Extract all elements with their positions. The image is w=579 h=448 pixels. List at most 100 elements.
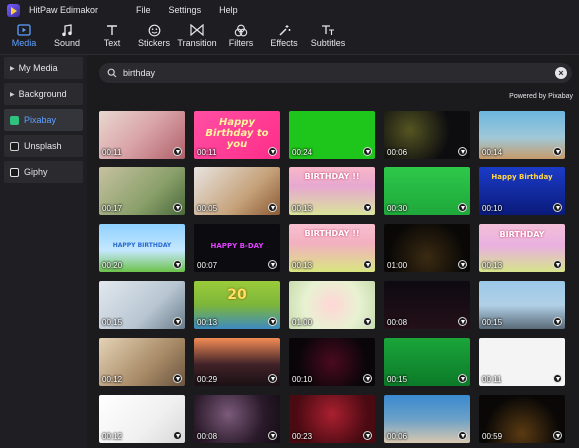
download-icon[interactable] bbox=[458, 203, 467, 212]
video-thumbnail[interactable]: HAPPY B-DAY 00:07 bbox=[194, 224, 280, 272]
download-icon[interactable] bbox=[363, 260, 372, 269]
download-icon[interactable] bbox=[363, 374, 372, 383]
tab-sound[interactable]: Sound bbox=[51, 22, 83, 52]
giphy-icon bbox=[10, 167, 19, 177]
sidebar-item-unsplash[interactable]: Unsplash bbox=[4, 135, 83, 157]
download-icon[interactable] bbox=[553, 317, 562, 326]
video-thumbnail[interactable]: 00:17 bbox=[99, 167, 185, 215]
video-thumbnail[interactable]: Happy Birthday to you 00:11 bbox=[194, 111, 280, 159]
menu-help[interactable]: Help bbox=[219, 5, 238, 15]
video-thumbnail[interactable]: BIRTHDAY !! 00:13 bbox=[289, 167, 375, 215]
download-icon[interactable] bbox=[553, 147, 562, 156]
tab-text[interactable]: Text bbox=[100, 22, 124, 52]
duration-label: 00:23 bbox=[292, 432, 313, 441]
download-icon[interactable] bbox=[173, 374, 182, 383]
tab-effects[interactable]: Effects bbox=[270, 22, 298, 52]
download-icon[interactable] bbox=[458, 260, 467, 269]
menu-file[interactable]: File bbox=[136, 5, 151, 15]
video-thumbnail[interactable]: 00:08 bbox=[384, 281, 470, 329]
tab-subtitles-label: Subtitles bbox=[310, 38, 346, 48]
tab-media[interactable]: Media bbox=[9, 22, 39, 52]
download-icon[interactable] bbox=[268, 431, 277, 440]
sidebar-item-my-media[interactable]: ▶ My Media bbox=[4, 57, 83, 79]
download-icon[interactable] bbox=[173, 431, 182, 440]
duration-label: 00:17 bbox=[102, 204, 123, 213]
video-thumbnail[interactable]: BIRTHDAY 00:13 bbox=[479, 224, 565, 272]
tab-transition[interactable]: Transition bbox=[177, 22, 217, 52]
unsplash-icon bbox=[10, 141, 19, 151]
duration-label: 00:06 bbox=[387, 148, 408, 157]
tab-filters[interactable]: Filters bbox=[228, 22, 254, 52]
sidebar-item-label: My Media bbox=[18, 63, 58, 73]
download-icon[interactable] bbox=[173, 317, 182, 326]
tab-subtitles[interactable]: Subtitles bbox=[310, 22, 346, 52]
video-thumbnail[interactable]: 20 00:13 bbox=[194, 281, 280, 329]
video-thumbnail[interactable]: 00:10 bbox=[289, 338, 375, 386]
thumbnail-caption: 20 bbox=[227, 287, 247, 303]
menu-bar: File Settings Help bbox=[136, 5, 256, 15]
thumbnail-caption: BIRTHDAY !! bbox=[304, 172, 360, 181]
download-icon[interactable] bbox=[268, 203, 277, 212]
video-thumbnail[interactable]: 01:00 bbox=[289, 281, 375, 329]
search-input[interactable] bbox=[121, 67, 545, 79]
thumbnail-caption: HAPPY BIRTHDAY bbox=[112, 242, 172, 249]
video-thumbnail[interactable]: 00:11 bbox=[479, 338, 565, 386]
download-icon[interactable] bbox=[173, 147, 182, 156]
clear-search-icon[interactable]: × bbox=[555, 67, 567, 79]
video-thumbnail[interactable]: 01:00 bbox=[384, 224, 470, 272]
download-icon[interactable] bbox=[458, 431, 467, 440]
video-thumbnail[interactable]: 00:08 bbox=[194, 395, 280, 443]
menu-settings[interactable]: Settings bbox=[169, 5, 202, 15]
download-icon[interactable] bbox=[268, 317, 277, 326]
app-title: HitPaw Edimakor bbox=[29, 5, 99, 15]
download-icon[interactable] bbox=[553, 374, 562, 383]
sidebar-item-label: Pixabay bbox=[24, 115, 57, 125]
download-icon[interactable] bbox=[553, 260, 562, 269]
download-icon[interactable] bbox=[553, 431, 562, 440]
sidebar-item-pixabay[interactable]: Pixabay bbox=[4, 109, 83, 131]
search-bar: × bbox=[99, 63, 572, 83]
video-thumbnail[interactable]: 00:05 bbox=[194, 167, 280, 215]
download-icon[interactable] bbox=[553, 203, 562, 212]
video-thumbnail[interactable]: 00:30 bbox=[384, 167, 470, 215]
thumbnail-caption: Happy Birthday to you bbox=[205, 117, 269, 150]
download-icon[interactable] bbox=[458, 317, 467, 326]
sidebar-item-background[interactable]: ▶ Background bbox=[4, 83, 83, 105]
download-icon[interactable] bbox=[458, 147, 467, 156]
subtitles-icon bbox=[321, 22, 335, 38]
download-icon[interactable] bbox=[173, 260, 182, 269]
video-thumbnail[interactable]: 00:24 bbox=[289, 111, 375, 159]
download-icon[interactable] bbox=[363, 203, 372, 212]
duration-label: 00:15 bbox=[482, 318, 503, 327]
download-icon[interactable] bbox=[363, 317, 372, 326]
video-thumbnail[interactable]: 00:14 bbox=[479, 111, 565, 159]
download-icon[interactable] bbox=[268, 147, 277, 156]
download-icon[interactable] bbox=[173, 203, 182, 212]
video-thumbnail[interactable]: 00:15 bbox=[384, 338, 470, 386]
video-thumbnail[interactable]: HAPPY BIRTHDAY 00:20 bbox=[99, 224, 185, 272]
duration-label: 00:24 bbox=[292, 148, 313, 157]
video-thumbnail[interactable]: 00:11 bbox=[99, 111, 185, 159]
download-icon[interactable] bbox=[363, 431, 372, 440]
duration-label: 00:06 bbox=[387, 432, 408, 441]
download-icon[interactable] bbox=[363, 147, 372, 156]
video-thumbnail[interactable]: 00:15 bbox=[479, 281, 565, 329]
duration-label: 01:00 bbox=[387, 261, 408, 270]
video-thumbnail[interactable]: 00:06 bbox=[384, 111, 470, 159]
download-icon[interactable] bbox=[268, 260, 277, 269]
video-thumbnail[interactable]: 00:12 bbox=[99, 395, 185, 443]
video-thumbnail[interactable]: 00:15 bbox=[99, 281, 185, 329]
video-thumbnail[interactable]: 00:12 bbox=[99, 338, 185, 386]
download-icon[interactable] bbox=[458, 374, 467, 383]
video-thumbnail[interactable]: BIRTHDAY !! 00:13 bbox=[289, 224, 375, 272]
video-thumbnail[interactable]: 00:06 bbox=[384, 395, 470, 443]
video-thumbnail[interactable]: 00:23 bbox=[289, 395, 375, 443]
tab-stickers[interactable]: Stickers bbox=[136, 22, 172, 52]
video-thumbnail[interactable]: 00:29 bbox=[194, 338, 280, 386]
video-thumbnail[interactable]: Happy Birthday 00:10 bbox=[479, 167, 565, 215]
sidebar-item-giphy[interactable]: Giphy bbox=[4, 161, 83, 183]
video-thumbnail[interactable]: 00:59 bbox=[479, 395, 565, 443]
sidebar-item-label: Unsplash bbox=[24, 141, 62, 151]
download-icon[interactable] bbox=[268, 374, 277, 383]
powered-by-label: Powered by Pixabay bbox=[509, 93, 573, 100]
